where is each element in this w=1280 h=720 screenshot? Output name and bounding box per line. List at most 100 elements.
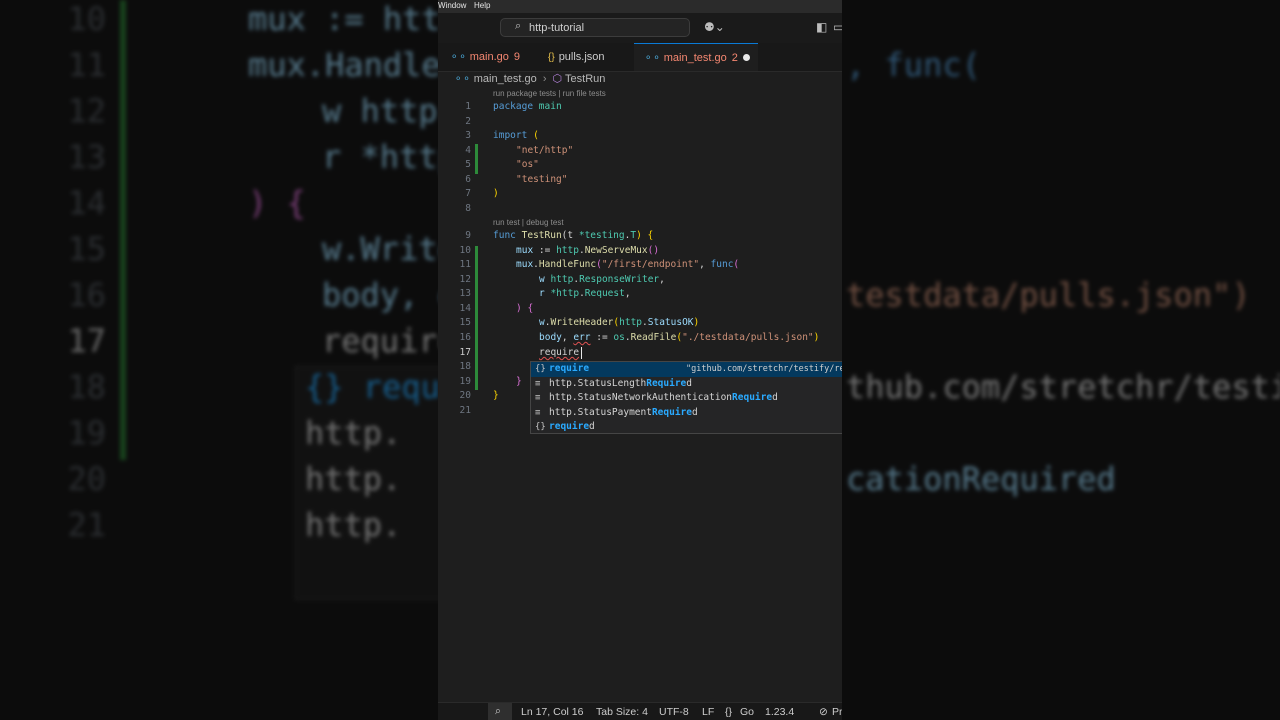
field-icon: ≡ xyxy=(535,407,541,418)
gutter-added-bar xyxy=(475,246,478,390)
gutter-added-bar xyxy=(475,144,478,174)
suggestion-item[interactable]: {} required xyxy=(531,420,842,433)
go-file-icon: ⚬⚬ xyxy=(454,74,471,85)
line-number: 10 xyxy=(459,245,471,256)
suggestion-label: require xyxy=(549,363,590,374)
line-number: 5 xyxy=(465,159,471,170)
no-entry-icon: ⊘ xyxy=(819,706,828,718)
bg-code: w http. xyxy=(322,92,457,130)
code-line: } xyxy=(516,376,522,387)
file-encoding[interactable]: UTF-8 xyxy=(659,706,689,718)
bg-code: r *http xyxy=(322,138,457,176)
bg-code: cationRequired xyxy=(846,460,1116,498)
suggestion-item[interactable]: ≡ http.StatusLengthRequired xyxy=(531,377,842,392)
copilot-icon[interactable]: ⚉⌄ xyxy=(704,20,725,34)
line-number: 2 xyxy=(465,116,471,127)
problem-count: 2 xyxy=(731,52,738,64)
tab-main-test-go[interactable]: ⚬⚬ main_test.go 2 xyxy=(634,43,758,71)
menu-window[interactable]: Window xyxy=(438,1,466,10)
line-number: 11 xyxy=(459,259,471,270)
code-line: ) xyxy=(493,188,499,199)
line-number: 9 xyxy=(465,230,471,241)
bg-line-number: 15 xyxy=(67,230,106,268)
bg-line-number: 14 xyxy=(67,184,106,222)
panel-toggle-icon[interactable]: ▭ xyxy=(833,20,842,34)
suggestion-item[interactable]: ≡ http.StatusPaymentRequired xyxy=(531,406,842,421)
code-line-current[interactable]: require xyxy=(539,347,579,358)
layout-icon[interactable]: ◧ xyxy=(816,20,827,34)
line-number: 13 xyxy=(459,288,471,299)
tab-label: main_test.go xyxy=(663,52,727,64)
bg-code: ) { xyxy=(248,184,306,222)
code-line: w http.ResponseWriter, xyxy=(539,274,665,285)
line-number: 4 xyxy=(465,145,471,156)
codelens-package-tests[interactable]: run package tests | run file tests xyxy=(493,89,606,98)
line-number: 21 xyxy=(459,405,471,416)
editor-window: Window Help ⌕ http-tutorial ⚉⌄ ◧ ▭ ⚬⚬ mai… xyxy=(438,0,842,720)
field-icon: ≡ xyxy=(535,393,541,404)
suggestion-item[interactable]: {} require "github.com/stretchr/testify/… xyxy=(531,362,842,377)
suggestion-label: required xyxy=(549,421,595,433)
bg-line-number: 16 xyxy=(67,276,106,314)
line-number: 16 xyxy=(459,332,471,343)
code-line: } xyxy=(493,390,499,401)
line-number: 6 xyxy=(465,174,471,185)
status-bar: ⌕ Ln 17, Col 16 Tab Size: 4 UTF-8 LF {} … xyxy=(438,702,842,720)
code-line: r *http.Request, xyxy=(539,288,631,299)
code-line: w.WriteHeader(http.StatusOK) xyxy=(539,317,700,328)
code-line: package main xyxy=(493,101,562,112)
code-line: ) { xyxy=(516,303,534,314)
menu-help[interactable]: Help xyxy=(474,1,490,10)
end-of-line[interactable]: LF xyxy=(702,706,714,718)
search-icon: ⌕ xyxy=(515,20,522,32)
go-file-icon: ⚬⚬ xyxy=(644,53,661,64)
go-version[interactable]: 1.23.4 xyxy=(765,706,794,718)
status-extra[interactable]: Pr xyxy=(832,706,842,718)
go-file-icon: ⚬⚬ xyxy=(450,52,467,63)
breadcrumb-symbol[interactable]: TestRun xyxy=(565,73,605,85)
suggestion-detail: "github.com/stretchr/testify/re xyxy=(686,364,842,374)
suggestion-label: http.StatusNetworkAuthenticationRequired xyxy=(549,392,778,404)
bg-gutter-bar xyxy=(120,0,126,460)
bg-code: w.Write xyxy=(322,230,457,268)
cursor-position[interactable]: Ln 17, Col 16 xyxy=(521,706,583,718)
code-line: "net/http" xyxy=(516,145,574,156)
bg-line-number: 20 xyxy=(67,460,106,498)
line-number: 8 xyxy=(465,203,471,214)
bg-code: mux := htt xyxy=(248,0,441,38)
line-number: 12 xyxy=(459,274,471,285)
bg-line-number: 10 xyxy=(67,0,106,38)
bg-code: body, e xyxy=(322,276,457,314)
codelens-run-test[interactable]: run test | debug test xyxy=(493,218,564,227)
language-mode[interactable]: Go xyxy=(740,706,754,718)
line-number: 20 xyxy=(459,390,471,401)
suggestion-item[interactable]: ≡ http.StatusNetworkAuthenticationRequir… xyxy=(531,391,842,406)
line-number: 1 xyxy=(465,101,471,112)
tab-label: pulls.json xyxy=(558,51,605,63)
bg-code: mux.HandleF xyxy=(248,46,460,84)
tab-pulls-json[interactable]: {} pulls.json xyxy=(548,43,605,71)
code-line: import ( xyxy=(493,130,539,141)
menubar: Window Help xyxy=(438,0,842,13)
bg-code: http. xyxy=(305,460,402,498)
line-number: 7 xyxy=(465,188,471,199)
unsaved-dot-icon[interactable] xyxy=(743,54,750,61)
field-icon: ≡ xyxy=(535,378,541,389)
code-line: "os" xyxy=(516,159,539,170)
zoom-icon[interactable]: ⌕ xyxy=(495,705,501,718)
bg-code: http. xyxy=(305,506,402,544)
bg-code: require xyxy=(322,322,457,360)
line-number: 17 xyxy=(459,347,471,358)
suggestion-label: http.StatusLengthRequired xyxy=(549,377,693,389)
bg-line-number: 11 xyxy=(67,46,106,84)
breadcrumb-file[interactable]: main_test.go xyxy=(474,73,537,85)
command-center-search[interactable]: ⌕ http-tutorial xyxy=(500,18,690,37)
suggest-widget: {} require "github.com/stretchr/testify/… xyxy=(530,361,842,434)
bg-line-number: 19 xyxy=(67,414,106,452)
bg-code: thub.com/stretchr/testify/re xyxy=(846,368,1280,406)
text-cursor xyxy=(581,347,582,359)
code-line: mux.HandleFunc("/first/endpoint", func( xyxy=(516,259,740,270)
tab-main-go[interactable]: ⚬⚬ main.go 9 xyxy=(450,43,520,71)
tab-size[interactable]: Tab Size: 4 xyxy=(596,706,648,718)
line-number: 18 xyxy=(459,361,471,372)
